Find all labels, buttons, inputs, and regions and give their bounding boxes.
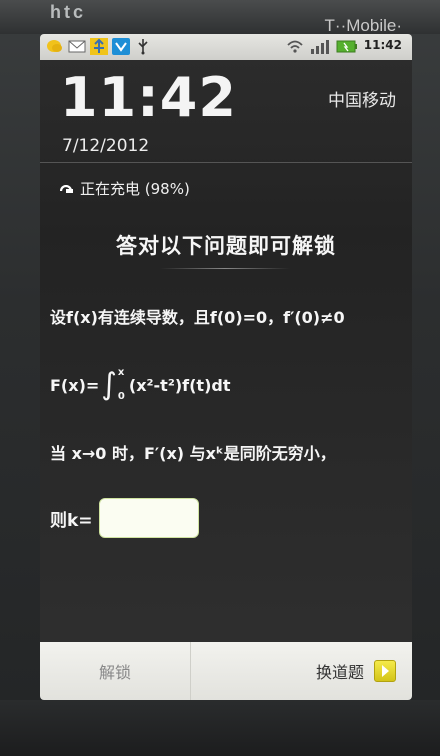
question-line-2: F(x)= ∫ x 0 (x²-t²)f(t)dt bbox=[50, 368, 230, 402]
answer-label: 则k= bbox=[50, 510, 93, 531]
clock-area: 11:42 中国移动 7/12/2012 bbox=[40, 60, 412, 168]
status-bar-time: 11:42 bbox=[363, 38, 402, 52]
arrow-right-icon bbox=[374, 660, 396, 682]
title-underline bbox=[160, 268, 290, 269]
charging-status: 正在充电 (98%) bbox=[59, 178, 190, 199]
mail-icon bbox=[68, 38, 86, 55]
formula-suffix: (x²-t²)f(t)dt bbox=[128, 375, 231, 395]
phone-frame: htc T··Mobile· 11:42 11:42 中国移动 7/12/201… bbox=[0, 0, 440, 756]
lockscreen-time: 11:42 bbox=[60, 66, 237, 129]
unlock-button[interactable]: 解锁 bbox=[40, 642, 191, 700]
signal-icon bbox=[310, 38, 330, 55]
status-bar: 11:42 bbox=[40, 34, 412, 60]
charging-text: 正在充电 (98%) bbox=[80, 180, 190, 198]
question-line-1: 设f(x)有连续导数，且f(0)=0，f′(0)≠0 bbox=[50, 308, 345, 327]
chat-icon bbox=[46, 38, 64, 55]
next-question-button[interactable]: 换道题 bbox=[252, 642, 412, 700]
integral-lower-limit: 0 bbox=[117, 391, 125, 402]
charging-plug-icon bbox=[59, 183, 74, 195]
bluetooth-app-icon bbox=[112, 38, 130, 55]
question-title: 答对以下问题即可解锁 bbox=[116, 234, 336, 258]
usb-icon bbox=[134, 38, 152, 55]
formula-prefix: F(x)= bbox=[50, 375, 100, 395]
answer-input[interactable] bbox=[98, 498, 199, 538]
device-brand-htc: htc bbox=[50, 2, 86, 22]
lockscreen-date: 7/12/2012 bbox=[62, 136, 150, 156]
wifi-icon bbox=[286, 38, 304, 55]
next-question-label: 换道题 bbox=[315, 663, 364, 682]
divider bbox=[40, 162, 412, 163]
question-line-3: 当 x→0 时，F′(x) 与xᵏ是同阶无穷小， bbox=[50, 444, 336, 463]
device-brand-carrier: T··Mobile· bbox=[324, 16, 402, 35]
carrier-name: 中国移动 bbox=[328, 91, 396, 111]
phone-bezel-bottom bbox=[0, 700, 440, 756]
lock-screen: 11:42 11:42 中国移动 7/12/2012 正在充电 (98%) 答对… bbox=[40, 34, 412, 700]
integral-sign: ∫ x 0 bbox=[101, 367, 125, 402]
integral-upper-limit: x bbox=[117, 367, 125, 378]
bottom-action-bar: 解锁 换道题 bbox=[40, 642, 412, 700]
answer-row: 则k= bbox=[50, 498, 199, 538]
battery-icon bbox=[336, 38, 358, 55]
phone-bezel-top: htc T··Mobile· bbox=[0, 0, 440, 35]
usb-debug-icon bbox=[90, 38, 108, 55]
